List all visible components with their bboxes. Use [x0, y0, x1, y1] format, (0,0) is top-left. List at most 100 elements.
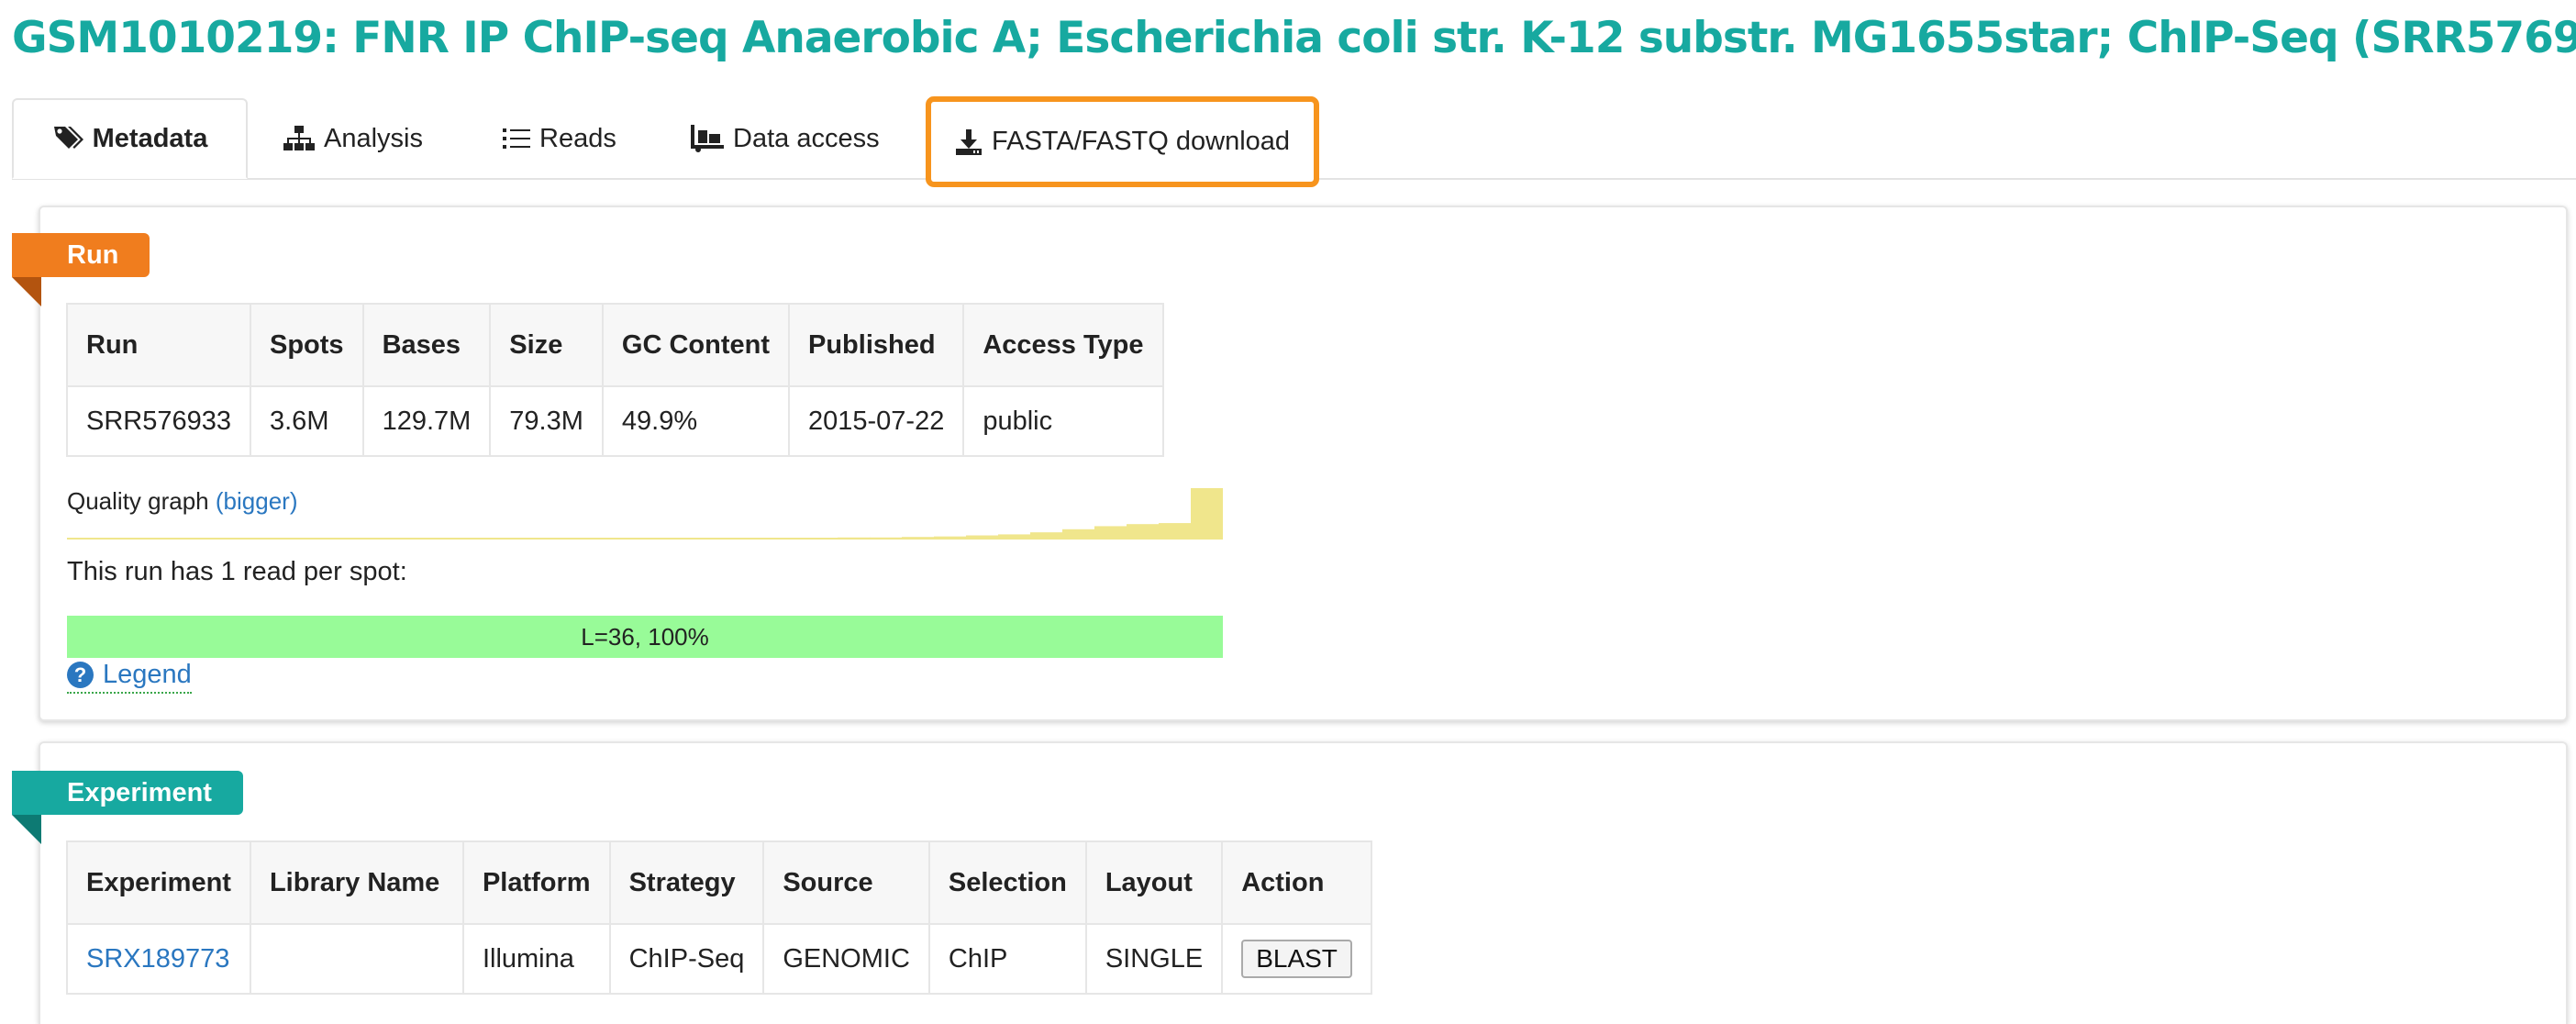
table-header-row: Experiment Library Name Platform Strateg… — [66, 840, 1372, 925]
sitemap-icon — [283, 125, 315, 152]
experiment-link[interactable]: SRX189773 — [86, 944, 229, 974]
table-cell: 2015-07-22 — [787, 385, 965, 457]
quality-bar — [1062, 529, 1095, 540]
experiment-section-label: Experiment — [12, 771, 243, 815]
quality-bar — [388, 538, 421, 540]
read-bar-track: L=36, 100% — [67, 616, 1223, 658]
quality-bar — [356, 538, 389, 540]
column-header: Action — [1221, 840, 1372, 925]
quality-bar — [1191, 488, 1223, 540]
table-cell: 129.7M — [361, 385, 492, 457]
tab-label: FASTA/FASTQ download — [992, 127, 1291, 156]
quality-bar — [67, 538, 100, 540]
run-section-text: Run — [67, 239, 119, 270]
quality-bar — [260, 538, 293, 540]
quality-bar — [581, 538, 614, 540]
tab-label: Analysis — [324, 123, 423, 153]
tab-analysis[interactable]: Analysis — [283, 98, 423, 179]
column-header: Bases — [361, 303, 492, 387]
quality-bar — [677, 538, 710, 540]
table-cell: 3.6M — [250, 385, 364, 457]
tab-bar: Metadata Analysis Reads Data access FAST… — [12, 96, 2576, 187]
quality-bar — [1159, 523, 1192, 540]
tab-label: Metadata — [92, 123, 208, 153]
quality-bar — [228, 538, 261, 540]
column-header: Strategy — [608, 840, 765, 925]
tab-data-access[interactable]: Data access — [691, 98, 880, 179]
quality-bar — [163, 538, 196, 540]
table-cell: 79.3M — [489, 385, 604, 457]
quality-bar — [131, 538, 164, 540]
column-header: Spots — [250, 303, 364, 387]
quality-bar — [773, 538, 806, 540]
quality-bar — [934, 536, 967, 540]
table-cell: 49.9% — [601, 385, 791, 457]
quality-bar — [1127, 524, 1160, 540]
quality-bar — [195, 538, 228, 540]
table-cell: ChIP-Seq — [608, 923, 765, 995]
quality-bar — [709, 538, 742, 540]
question-circle-icon: ? — [67, 662, 94, 688]
quality-bar — [292, 538, 325, 540]
table-row: SRR576933 3.6M 129.7M 79.3M 49.9% 2015-0… — [66, 385, 1164, 457]
experiment-table: Experiment Library Name Platform Strateg… — [66, 840, 1372, 995]
table-header-row: Run Spots Bases Size GC Content Publishe… — [66, 303, 1164, 387]
tab-reads[interactable]: Reads — [503, 98, 616, 179]
quality-graph — [67, 488, 1223, 540]
list-icon — [503, 127, 530, 150]
tags-icon — [52, 125, 83, 152]
column-header: Published — [787, 303, 965, 387]
quality-bar — [645, 538, 678, 540]
tab-label: Reads — [539, 123, 616, 153]
column-header: Library Name — [249, 840, 464, 925]
quality-bar — [613, 538, 646, 540]
table-cell: SRR576933 — [66, 385, 251, 457]
quality-bar — [805, 538, 838, 540]
run-section-label: Run — [12, 233, 150, 277]
experiment-ribbon-fold — [12, 815, 41, 844]
table-cell — [249, 923, 464, 995]
download-icon — [955, 128, 983, 156]
run-ribbon-fold — [12, 277, 41, 306]
table-cell: BLAST — [1221, 923, 1372, 995]
quality-bar — [1094, 526, 1127, 540]
truck-loading-icon — [691, 125, 724, 152]
quality-bar — [741, 538, 774, 540]
quality-bar — [1030, 532, 1063, 540]
table-cell: public — [962, 385, 1164, 457]
table-row: SRX189773 Illumina ChIP-Seq GENOMIC ChIP… — [66, 923, 1372, 995]
quality-bar — [966, 535, 999, 540]
column-header: Experiment — [66, 840, 251, 925]
table-cell: SINGLE — [1084, 923, 1224, 995]
read-bar: L=36, 100% — [67, 616, 1223, 658]
run-table: Run Spots Bases Size GC Content Publishe… — [66, 303, 1164, 457]
column-header: Access Type — [962, 303, 1164, 387]
quality-bar — [452, 538, 485, 540]
column-header: Size — [489, 303, 604, 387]
read-info-text: This run has 1 read per spot: — [67, 557, 407, 586]
quality-bar — [516, 538, 550, 540]
table-cell: GENOMIC — [762, 923, 930, 995]
column-header: Selection — [927, 840, 1087, 925]
quality-bar — [838, 537, 871, 540]
column-header: Run — [66, 303, 251, 387]
tab-metadata[interactable]: Metadata — [12, 98, 248, 179]
page-title: GSM1010219: FNR IP ChIP-seq Anaerobic A;… — [12, 13, 2576, 63]
table-cell: SRX189773 — [66, 923, 251, 995]
quality-bar — [549, 538, 582, 540]
read-bar-label: L=36, 100% — [581, 622, 709, 651]
blast-button[interactable]: BLAST — [1241, 940, 1352, 978]
quality-bar — [324, 538, 357, 540]
column-header: Source — [762, 840, 930, 925]
column-header: Layout — [1084, 840, 1224, 925]
tab-label: Data access — [733, 123, 880, 153]
table-cell: ChIP — [927, 923, 1087, 995]
legend-label: Legend — [103, 660, 192, 689]
quality-bar — [998, 534, 1031, 540]
quality-bar — [484, 538, 517, 540]
legend-link[interactable]: ? Legend — [67, 660, 192, 694]
quality-bar — [870, 537, 903, 540]
column-header: Platform — [461, 840, 611, 925]
column-header: GC Content — [601, 303, 791, 387]
tab-fasta-fastq-download[interactable]: FASTA/FASTQ download — [925, 96, 1320, 187]
